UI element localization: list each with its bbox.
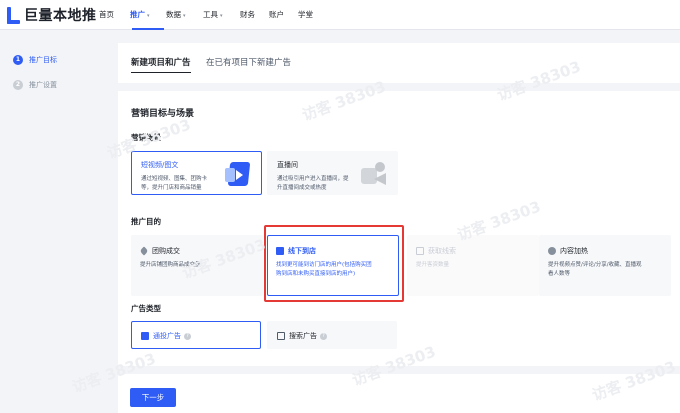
step-sidebar: 1 推广目标 2 推广设置 bbox=[0, 31, 118, 413]
search-ad-icon bbox=[277, 332, 285, 340]
nav-item-home[interactable]: 首页 bbox=[99, 0, 130, 30]
logo-text: 巨量本地推 bbox=[24, 8, 97, 24]
chevron-down-icon: ▾ bbox=[147, 13, 150, 19]
option-title: 团购成交 bbox=[139, 246, 180, 256]
form-icon bbox=[416, 247, 424, 255]
ad-type-label: 广告类型 bbox=[131, 304, 161, 313]
purpose-label: 推广目的 bbox=[131, 217, 161, 226]
nav-item-tools[interactable]: 工具 ▾ bbox=[203, 0, 240, 30]
purpose-option-leads: 获取线索 提升客资数量 bbox=[407, 235, 539, 296]
nav-item-data[interactable]: 数据 ▾ bbox=[166, 0, 203, 30]
step-number: 1 bbox=[13, 55, 23, 65]
nav-item-account[interactable]: 账户 bbox=[269, 0, 298, 30]
chevron-down-icon: ▾ bbox=[183, 13, 186, 19]
main-nav: 首页 推广 ▾ 数据 ▾ 工具 ▾ 财务 账户 学堂 bbox=[99, 0, 327, 30]
option-title: 获取线索 bbox=[416, 246, 456, 256]
logo-icon bbox=[6, 6, 21, 24]
step-number: 2 bbox=[13, 80, 23, 90]
creation-mode-tabs: 新建项目和广告 在已有项目下新建广告 bbox=[118, 43, 680, 83]
nav-item-academy[interactable]: 学堂 bbox=[298, 0, 327, 30]
tab-new-project[interactable]: 新建项目和广告 bbox=[131, 56, 191, 73]
top-bar: 巨量本地推 首页 推广 ▾ 数据 ▾ 工具 ▾ 财务 账户 学堂 bbox=[0, 0, 680, 30]
chevron-down-icon: ▾ bbox=[220, 13, 223, 19]
help-icon[interactable]: ? bbox=[184, 332, 191, 340]
scene-option-short-video[interactable]: 短视频/图文 通过短视频、图集、团购卡 等，提升门店和商品销量 bbox=[131, 151, 262, 195]
nav-item-finance[interactable]: 财务 bbox=[240, 0, 269, 30]
help-icon[interactable]: ? bbox=[320, 332, 327, 340]
ad-icon bbox=[141, 332, 149, 340]
step-label: 推广目标 bbox=[29, 56, 57, 64]
option-desc: 提升客资数量 bbox=[416, 262, 450, 268]
ad-type-option-search[interactable]: 搜索广告? bbox=[267, 321, 397, 349]
step-label: 推广设置 bbox=[29, 81, 57, 89]
video-illustration-icon bbox=[225, 158, 251, 188]
scene-option-live-room[interactable]: 直播间 通过吸引用户进入直播间，提 升直播间成交或热度 bbox=[267, 151, 398, 195]
option-title: 直播间 bbox=[277, 161, 298, 169]
highlight-annotation-box bbox=[264, 225, 404, 302]
ad-type-option-general[interactable]: 通投广告? bbox=[131, 321, 261, 349]
purpose-option-content-boost[interactable]: 内容加热 提升视频点赞/评论/分享/收藏、直播观 看人数等 bbox=[539, 235, 671, 296]
option-desc: 提升视频点赞/评论/分享/收藏、直播观 看人数等 bbox=[548, 262, 642, 277]
option-desc: 通过吸引用户进入直播间，提 升直播间成交或热度 bbox=[277, 176, 349, 191]
boost-icon bbox=[548, 247, 556, 255]
option-title: 搜索广告? bbox=[277, 331, 327, 341]
step-promotion-goal[interactable]: 1 推广目标 bbox=[13, 55, 57, 65]
section-title: 营销目标与场景 bbox=[131, 109, 195, 119]
purpose-option-group-buy[interactable]: 团购成交 提升店铺团购商品成交量 bbox=[131, 235, 263, 296]
scene-label: 营销场景 bbox=[131, 133, 161, 142]
step-promotion-settings[interactable]: 2 推广设置 bbox=[13, 80, 57, 90]
nav-item-promote[interactable]: 推广 ▾ bbox=[130, 0, 166, 30]
logo[interactable]: 巨量本地推 bbox=[6, 5, 97, 25]
option-title: 短视频/图文 bbox=[141, 161, 179, 169]
live-camera-illustration-icon bbox=[361, 162, 389, 188]
option-desc: 通过短视频、图集、团购卡 等，提升门店和商品销量 bbox=[141, 176, 208, 191]
option-title: 通投广告? bbox=[141, 331, 191, 341]
tag-icon bbox=[139, 246, 149, 256]
footer-bar: 下一步 bbox=[118, 374, 680, 413]
option-desc: 提升店铺团购商品成交量 bbox=[140, 262, 201, 268]
next-button[interactable]: 下一步 bbox=[130, 388, 176, 407]
tab-existing-project[interactable]: 在已有项目下新建广告 bbox=[206, 56, 291, 68]
option-title: 内容加热 bbox=[548, 246, 588, 256]
